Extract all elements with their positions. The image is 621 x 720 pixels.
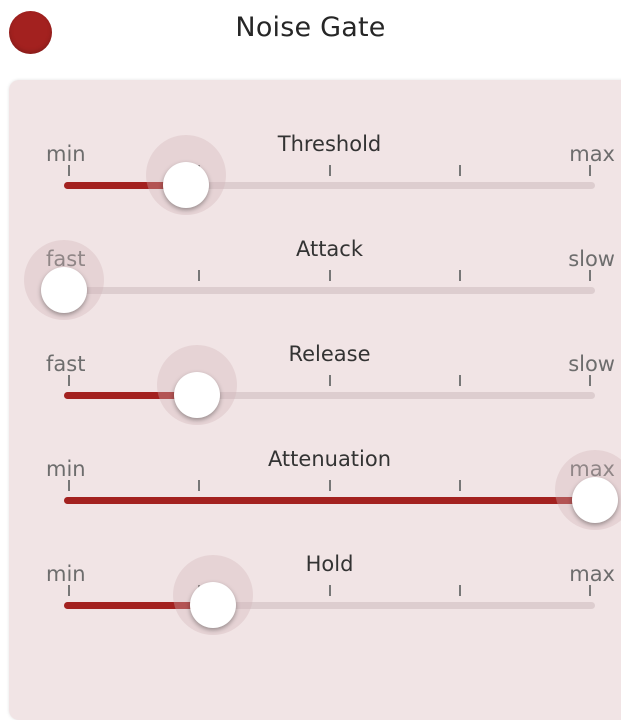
slider-row-threshold: Threshold min max	[9, 132, 621, 237]
page-title: Noise Gate	[235, 12, 386, 43]
slider-min-label: min	[46, 142, 86, 166]
slider-tick	[328, 270, 331, 281]
hold-slider-knob[interactable]	[189, 582, 236, 628]
slider-tick	[458, 585, 461, 596]
slider-row-release: Release fast slow	[9, 342, 621, 447]
slider-tick	[328, 165, 331, 176]
slider-tick	[458, 480, 461, 491]
slider-max-label: slow	[568, 352, 615, 376]
slider-max-label: max	[569, 142, 615, 166]
slider-label: Attenuation	[267, 447, 392, 471]
controls-panel: Threshold min max Attack fast slow Relea…	[9, 80, 621, 720]
slider-tick	[68, 375, 70, 386]
slider-tick	[589, 270, 591, 281]
slider-fill	[64, 497, 595, 504]
attack-slider-knob[interactable]	[41, 267, 87, 313]
slider-tick	[589, 585, 591, 596]
attenuation-slider-knob[interactable]	[572, 477, 618, 523]
slider-tick	[328, 585, 331, 596]
slider-min-label: min	[46, 457, 86, 481]
slider-tick	[589, 165, 591, 176]
slider-label: Threshold	[277, 132, 382, 156]
slider-min-label: fast	[46, 352, 86, 376]
slider-tick	[198, 480, 201, 491]
slider-tick	[68, 585, 70, 596]
header: Noise Gate	[0, 0, 621, 66]
slider-tick	[589, 375, 591, 386]
slider-tick	[68, 165, 70, 176]
slider-tick	[458, 165, 461, 176]
slider-max-label: max	[569, 562, 615, 586]
slider-tick	[458, 270, 461, 281]
release-slider-knob[interactable]	[173, 372, 220, 418]
slider-tick	[328, 480, 331, 491]
slider-row-attack: Attack fast slow	[9, 237, 621, 342]
slider-tick	[328, 375, 331, 386]
slider-label: Release	[288, 342, 371, 366]
slider-min-label: min	[46, 562, 86, 586]
slider-track[interactable]	[64, 287, 595, 294]
slider-tick	[458, 375, 461, 386]
slider-label: Hold	[305, 552, 354, 576]
threshold-slider-knob[interactable]	[163, 162, 210, 208]
slider-max-label: slow	[568, 247, 615, 271]
slider-row-hold: Hold min max	[9, 552, 621, 657]
slider-tick	[198, 270, 201, 281]
slider-label: Attack	[295, 237, 364, 261]
slider-tick	[68, 480, 70, 491]
slider-row-attenuation: Attenuation min max	[9, 447, 621, 552]
